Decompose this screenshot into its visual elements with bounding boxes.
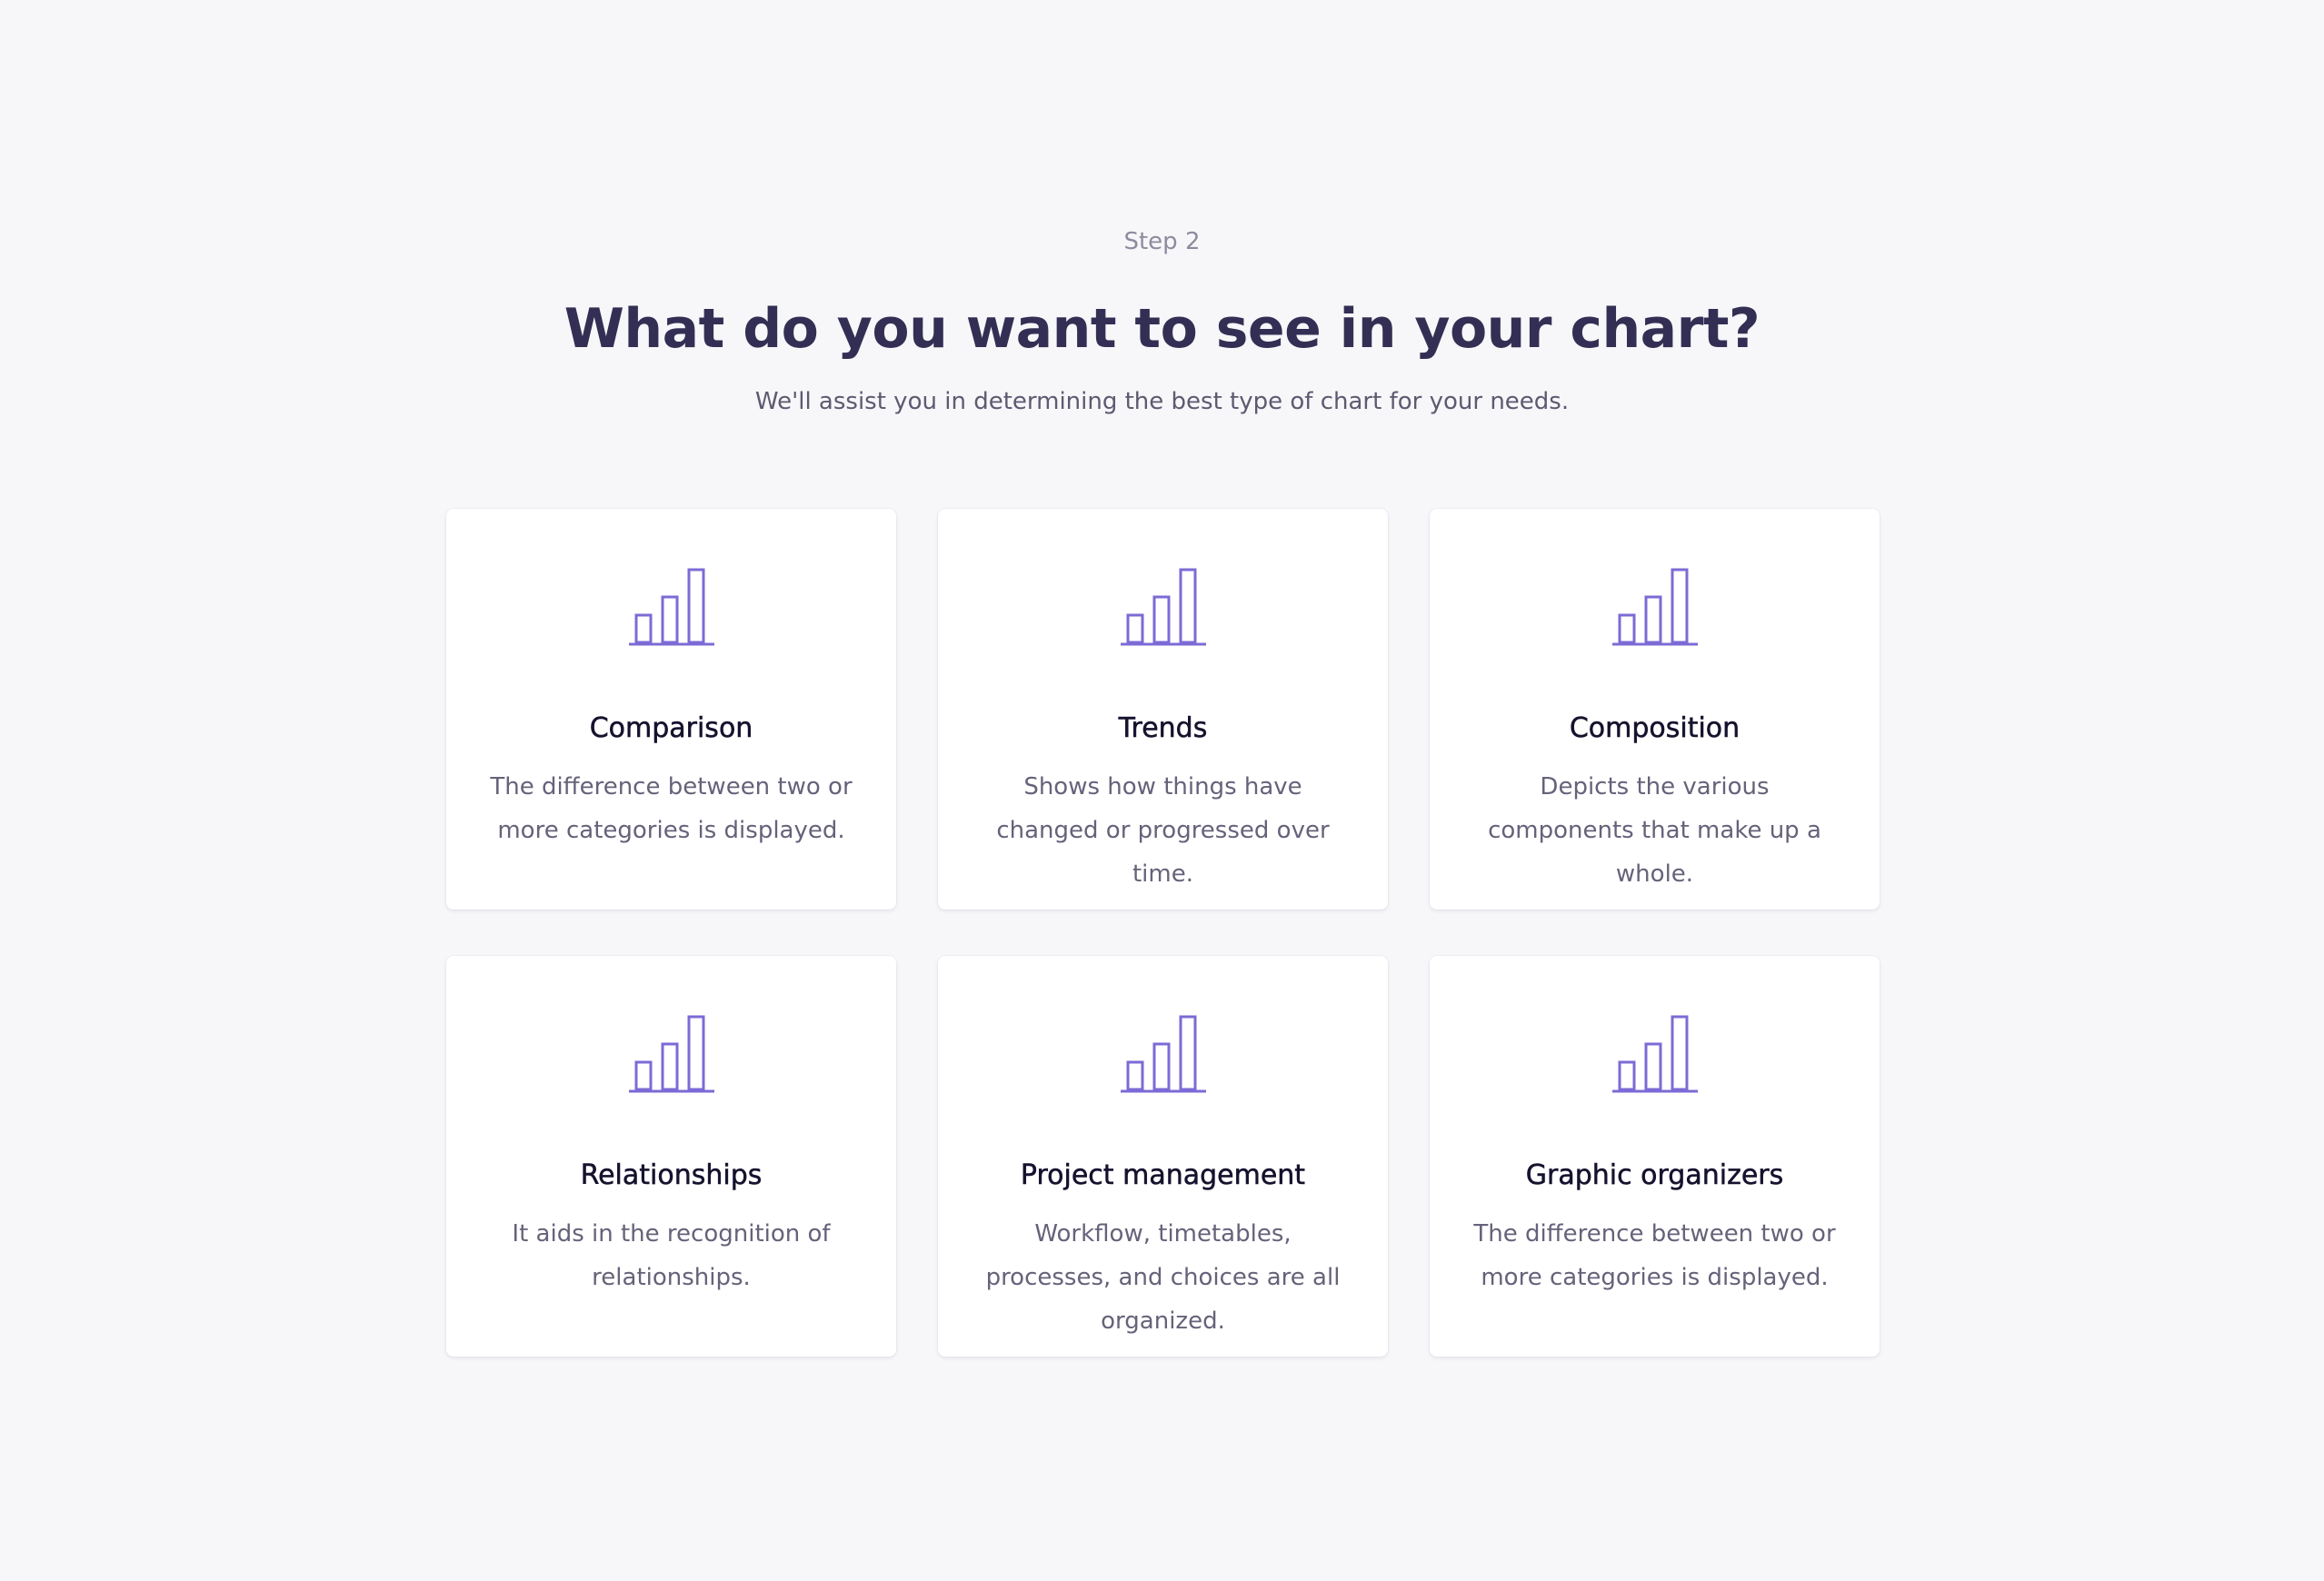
bar-chart-icon (446, 1015, 896, 1093)
card-title: Trends (1118, 712, 1208, 745)
bar-chart-icon (1430, 568, 1880, 646)
page-subtitle: We'll assist you in determining the best… (754, 388, 1570, 415)
card-relationships[interactable]: Relationships It aids in the recognition… (446, 956, 896, 1357)
card-description: Depicts the various components that make… (1488, 773, 1821, 888)
bar-chart-icon (938, 1015, 1388, 1093)
card-comparison[interactable]: Comparison The difference between two or… (446, 509, 896, 910)
chart-type-grid: Comparison The difference between two or… (446, 509, 1880, 1357)
card-composition[interactable]: Composition Depicts the various componen… (1430, 509, 1880, 910)
card-description: The difference between two or more categ… (1473, 1220, 1836, 1291)
card-title: Graphic organizers (1525, 1159, 1784, 1192)
card-title: Composition (1569, 712, 1741, 745)
card-description: The difference between two or more categ… (490, 773, 853, 844)
bar-chart-icon (938, 568, 1388, 646)
card-description: It aids in the recognition of relationsh… (512, 1220, 831, 1291)
card-graphic-organizers[interactable]: Graphic organizers The difference betwee… (1430, 956, 1880, 1357)
card-trends[interactable]: Trends Shows how things have changed or … (938, 509, 1388, 910)
card-description: Workflow, timetables, processes, and cho… (985, 1220, 1341, 1335)
bar-chart-icon (446, 568, 896, 646)
card-title: Relationships (580, 1159, 763, 1192)
bar-chart-icon (1430, 1015, 1880, 1093)
card-description: Shows how things have changed or progres… (996, 773, 1330, 888)
card-title: Comparison (589, 712, 753, 745)
step-label: Step 2 (1123, 228, 1201, 255)
page-title: What do you want to see in your chart? (564, 297, 1760, 361)
card-title: Project management (1020, 1159, 1306, 1192)
card-project-management[interactable]: Project management Workflow, timetables,… (938, 956, 1388, 1357)
